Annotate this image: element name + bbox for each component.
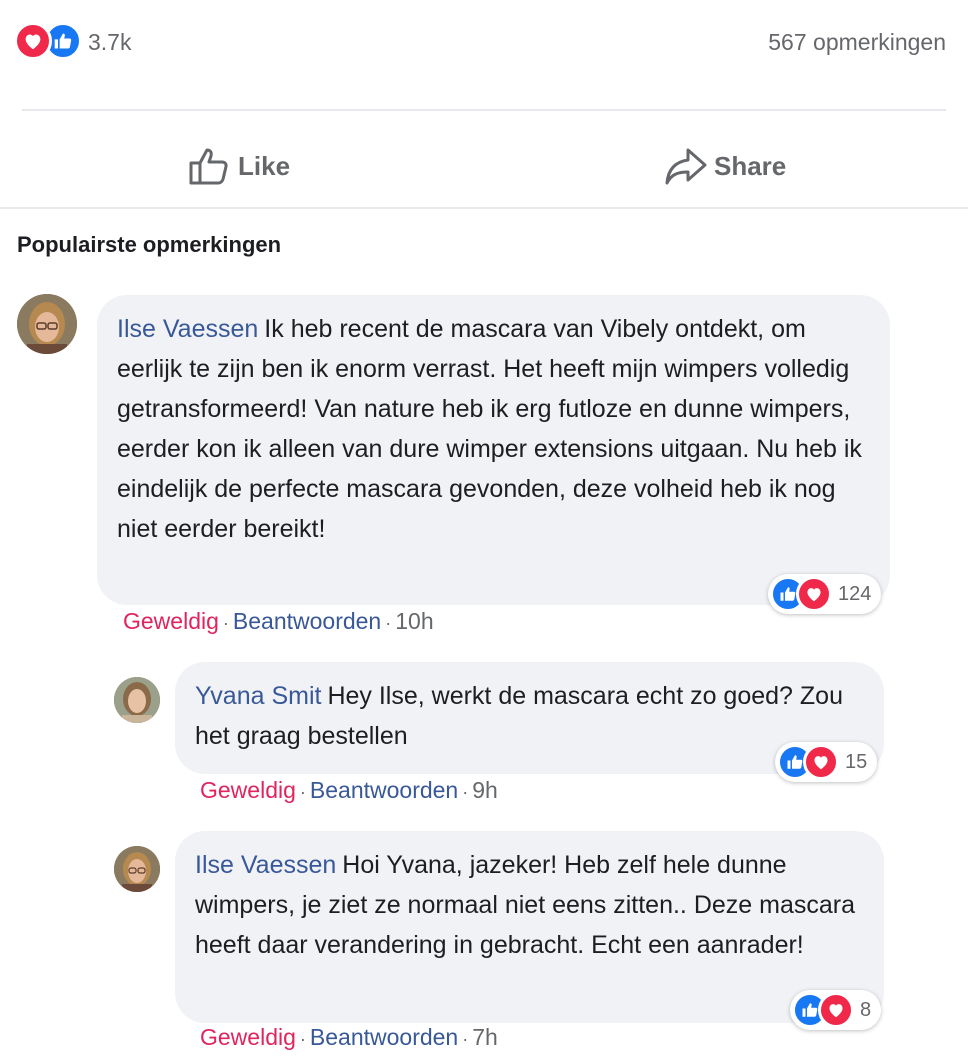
separator-dot: ·	[385, 613, 392, 633]
reaction-count: 15	[845, 750, 868, 773]
comment-text: Ik heb recent de mascara van Vibely ontd…	[117, 315, 862, 543]
react-link[interactable]: Geweldig	[200, 777, 296, 804]
comment-author[interactable]: Ilse Vaessen	[195, 851, 336, 879]
comment-bubble: Ilse Vaessen Hoi Yvana, jazeker! Heb zelf…	[175, 831, 884, 1023]
heart-icon	[796, 576, 832, 612]
reaction-icons[interactable]	[14, 22, 82, 60]
reply-link[interactable]: Beantwoorden	[310, 1024, 458, 1051]
avatar[interactable]	[114, 846, 160, 892]
avatar[interactable]	[114, 677, 160, 723]
separator-dot: ·	[462, 782, 469, 802]
heart-icon	[14, 22, 52, 60]
separator-dot: ·	[299, 1029, 306, 1049]
comment-actions: Geweldig · Beantwoorden · 7h	[200, 1024, 498, 1051]
comment-author[interactable]: Ilse Vaessen	[117, 315, 258, 343]
separator-dot: ·	[462, 1029, 469, 1049]
reply-link[interactable]: Beantwoorden	[233, 608, 381, 635]
reaction-count: 8	[860, 998, 872, 1021]
reaction-count: 124	[838, 582, 872, 605]
comment-time[interactable]: 7h	[472, 1024, 498, 1051]
react-link[interactable]: Geweldig	[200, 1024, 296, 1051]
thumbs-up-icon	[188, 146, 238, 186]
like-button-label: Like	[238, 150, 291, 181]
reaction-summary: 3.7k 567 opmerkingen	[14, 22, 946, 62]
comment-actions: Geweldig · Beantwoorden · 10h	[123, 608, 434, 635]
comment-bubble: Ilse Vaessen Ik heb recent de mascara van…	[97, 295, 890, 605]
separator-dot: ·	[222, 613, 229, 633]
share-button[interactable]: Share	[664, 142, 786, 190]
comment-author[interactable]: Yvana Smit	[195, 682, 321, 710]
separator-dot: ·	[299, 782, 306, 802]
comments-count[interactable]: 567 opmerkingen	[768, 29, 946, 56]
comment-reactions[interactable]: 15	[775, 742, 878, 782]
comment-actions: Geweldig · Beantwoorden · 9h	[200, 777, 498, 804]
share-arrow-icon	[664, 146, 714, 186]
comment-reactions[interactable]: 8	[790, 990, 882, 1030]
heart-icon	[818, 992, 854, 1028]
divider	[22, 109, 946, 111]
react-link[interactable]: Geweldig	[123, 608, 219, 635]
comment-time[interactable]: 9h	[472, 777, 498, 804]
like-button[interactable]: Like	[188, 142, 290, 190]
section-title: Populairste opmerkingen	[17, 232, 282, 257]
reply-link[interactable]: Beantwoorden	[310, 777, 458, 804]
comment-time[interactable]: 10h	[395, 608, 433, 635]
comment-reactions[interactable]: 124	[768, 574, 882, 614]
heart-icon	[803, 744, 839, 780]
share-button-label: Share	[714, 150, 787, 181]
divider	[0, 207, 968, 209]
reaction-count[interactable]: 3.7k	[88, 29, 131, 56]
avatar[interactable]	[17, 294, 77, 354]
